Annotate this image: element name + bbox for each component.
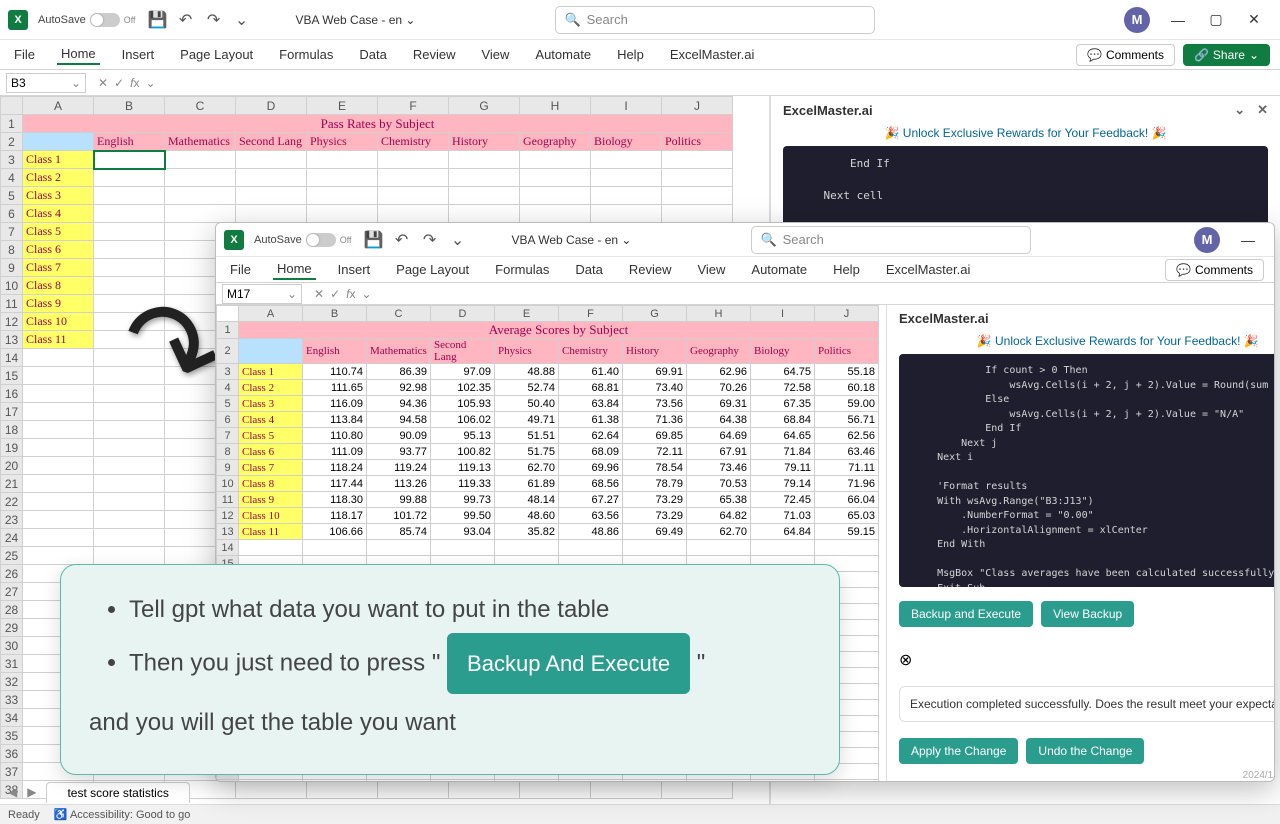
tab-automate[interactable]: Automate <box>747 260 811 279</box>
sheet-tabs: ◀ ▶ test score statistics <box>8 780 190 804</box>
callout-final: and you will get the table you want <box>89 700 811 746</box>
tab-data[interactable]: Data <box>571 260 606 279</box>
fx-icon[interactable]: fx <box>130 76 139 90</box>
sheet-tab-active[interactable]: test score statistics <box>46 782 189 803</box>
tab-view[interactable]: View <box>477 45 513 64</box>
sheet-nav-next[interactable]: ▶ <box>27 785 36 799</box>
panel-title: ExcelMaster.ai <box>899 311 989 326</box>
autosave-label: AutoSave <box>38 14 86 26</box>
document-title[interactable]: VBA Web Case - en ⌄ <box>296 13 416 27</box>
backup-execute-button[interactable]: Backup and Execute <box>899 601 1033 627</box>
tab-file[interactable]: File <box>10 45 39 64</box>
overlay-excelmaster-panel: ExcelMaster.ai 🎉 Unlock Exclusive Reward… <box>886 305 1275 781</box>
search-placeholder: Search <box>587 12 628 27</box>
title-bar: X AutoSave Off 💾 ↶ ↷ ⌄ VBA Web Case - en… <box>0 0 1280 40</box>
comments-button[interactable]: 💬 Comments <box>1076 44 1175 66</box>
maximize-button[interactable]: ▢ <box>1206 11 1226 28</box>
switch-icon[interactable] <box>90 13 120 27</box>
document-title[interactable]: VBA Web Case - en ⌄ <box>512 233 632 247</box>
callout-item-2: Then you just need to press " Backup And… <box>129 633 811 695</box>
tab-formulas[interactable]: Formulas <box>275 45 337 64</box>
panel-collapse-icon[interactable]: ⌄ <box>1234 102 1245 118</box>
ribbon-tabs: File Home Insert Page Layout Formulas Da… <box>0 40 1280 70</box>
autosave-toggle[interactable]: AutoSave Off <box>254 233 352 247</box>
view-backup-button[interactable]: View Backup <box>1041 601 1134 627</box>
confirm-formula-icon[interactable]: ✓ <box>114 76 124 90</box>
search-icon: 🔍 <box>564 12 580 28</box>
timestamp: 2024/12/1 <box>887 633 1275 644</box>
tab-help[interactable]: Help <box>829 260 864 279</box>
code-block: If count > 0 Then wsAvg.Cells(i + 2, j +… <box>899 354 1275 587</box>
qat-more-icon[interactable]: ⌄ <box>444 226 472 254</box>
user-avatar[interactable]: M <box>1194 227 1220 253</box>
tab-file[interactable]: File <box>226 260 255 279</box>
save-icon[interactable]: 💾 <box>144 6 172 34</box>
tab-automate[interactable]: Automate <box>531 45 595 64</box>
user-avatar[interactable]: M <box>1124 7 1150 33</box>
tab-excelmaster[interactable]: ExcelMaster.ai <box>666 45 759 64</box>
tab-insert[interactable]: Insert <box>118 45 159 64</box>
instruction-callout: Tell gpt what data you want to put in th… <box>60 564 840 775</box>
tab-home[interactable]: Home <box>57 44 100 65</box>
panel-close-icon[interactable]: ✕ <box>1257 102 1268 118</box>
excel-app-icon: X <box>224 230 244 250</box>
undo-icon[interactable]: ↶ <box>388 226 416 254</box>
save-icon[interactable]: 💾 <box>360 226 388 254</box>
qat-more-icon[interactable]: ⌄ <box>228 6 256 34</box>
close-button[interactable]: ✕ <box>1244 11 1264 28</box>
formula-bar: B3⌄ ✕ ✓ fx ⌄ <box>0 70 1280 96</box>
autosave-toggle[interactable]: AutoSave Off <box>38 13 136 27</box>
tab-formulas[interactable]: Formulas <box>491 260 553 279</box>
tab-home[interactable]: Home <box>273 259 316 280</box>
tab-insert[interactable]: Insert <box>334 260 375 279</box>
excel-app-icon: X <box>8 10 28 30</box>
cancel-formula-icon[interactable]: ✕ <box>314 287 324 301</box>
search-input[interactable]: 🔍 Search <box>555 6 875 34</box>
tab-view[interactable]: View <box>693 260 729 279</box>
reward-banner[interactable]: 🎉 Unlock Exclusive Rewards for Your Feed… <box>887 332 1275 354</box>
confirm-formula-icon[interactable]: ✓ <box>330 287 340 301</box>
switch-icon[interactable] <box>306 233 336 247</box>
tab-excelmaster[interactable]: ExcelMaster.ai <box>882 260 975 279</box>
status-ready: Ready <box>8 809 40 821</box>
tab-page-layout[interactable]: Page Layout <box>176 45 257 64</box>
formula-dropdown-icon[interactable]: ⌄ <box>145 76 155 90</box>
cancel-formula-icon[interactable]: ✕ <box>98 76 108 90</box>
undo-change-button[interactable]: Undo the Change <box>1026 738 1144 764</box>
panel-title: ExcelMaster.ai <box>783 103 873 118</box>
undo-icon[interactable]: ↶ <box>172 6 200 34</box>
redo-icon[interactable]: ↷ <box>200 6 228 34</box>
apply-change-button[interactable]: Apply the Change <box>899 738 1018 764</box>
minimize-button[interactable]: — <box>1238 232 1258 248</box>
redo-icon[interactable]: ↷ <box>416 226 444 254</box>
tab-help[interactable]: Help <box>613 45 648 64</box>
callout-item-1: Tell gpt what data you want to put in th… <box>129 587 811 633</box>
share-button[interactable]: 🔗 Share ⌄ <box>1183 44 1270 66</box>
search-icon: 🔍 <box>760 232 776 248</box>
name-box[interactable]: B3⌄ <box>6 73 86 93</box>
loading-icon: ⊗ <box>887 644 1275 676</box>
minimize-button[interactable]: — <box>1168 12 1188 28</box>
sheet-nav-prev[interactable]: ◀ <box>8 785 17 799</box>
reward-banner[interactable]: 🎉 Unlock Exclusive Rewards for Your Feed… <box>771 124 1280 146</box>
tab-page-layout[interactable]: Page Layout <box>392 260 473 279</box>
tab-review[interactable]: Review <box>625 260 676 279</box>
timestamp: 2024/12/18 16:07:26 <box>887 770 1275 781</box>
backup-execute-inline-button[interactable]: Backup And Execute <box>447 633 690 695</box>
autosave-state: Off <box>124 15 136 25</box>
name-box[interactable]: M17⌄ <box>222 284 302 304</box>
fx-icon[interactable]: fx <box>346 287 355 301</box>
status-bar: Ready ♿ Accessibility: Good to go <box>0 804 1280 824</box>
formula-dropdown-icon[interactable]: ⌄ <box>361 287 371 301</box>
tab-data[interactable]: Data <box>355 45 390 64</box>
search-input[interactable]: 🔍 Search <box>751 226 1031 254</box>
comments-button[interactable]: 💬 Comments <box>1165 259 1264 281</box>
result-message: Execution completed successfully. Does t… <box>899 686 1275 722</box>
tab-review[interactable]: Review <box>409 45 460 64</box>
accessibility-status: ♿ Accessibility: Good to go <box>54 808 191 821</box>
